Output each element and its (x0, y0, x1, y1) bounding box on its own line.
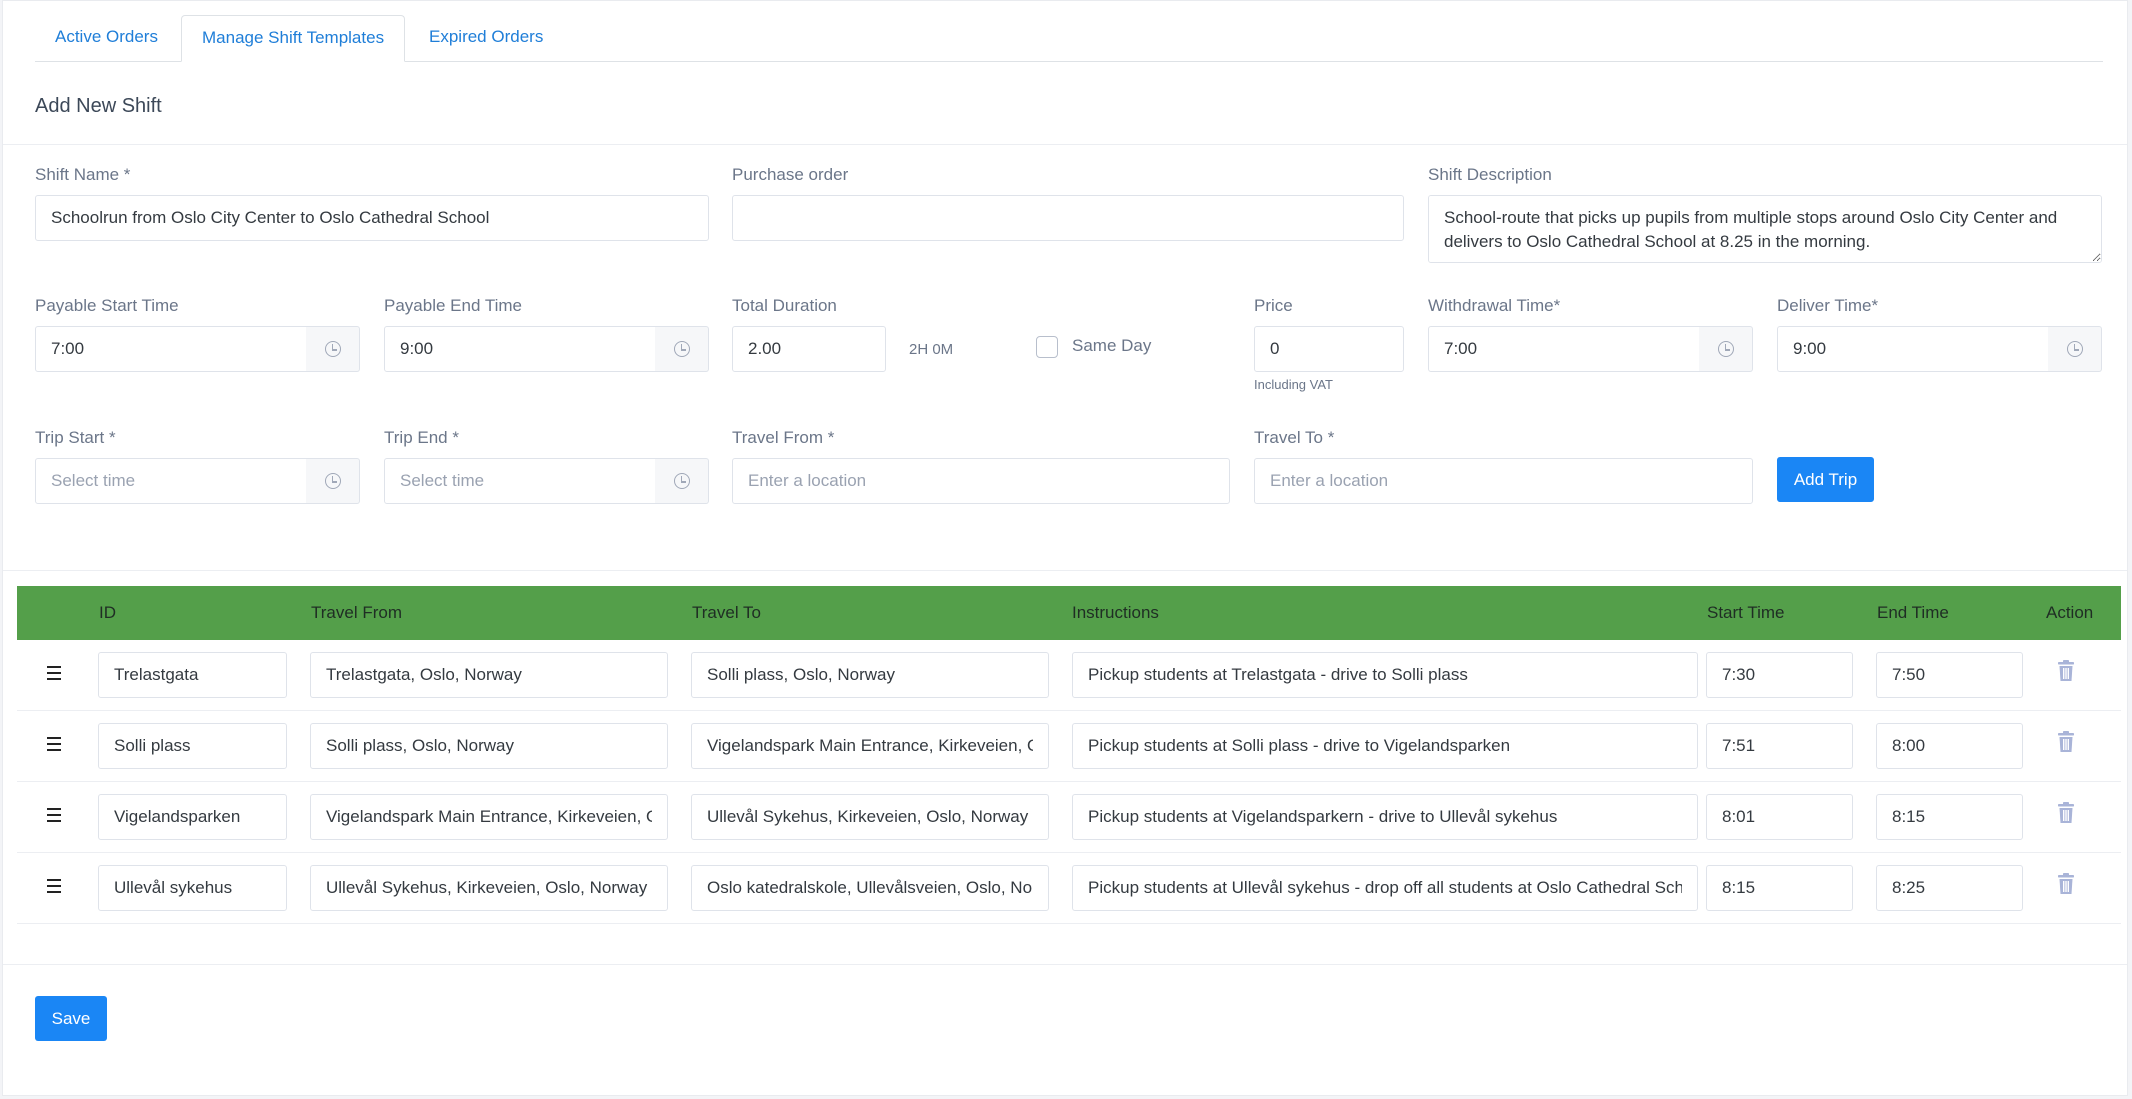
travel-from-input[interactable] (732, 458, 1230, 504)
row-id-input[interactable] (98, 723, 287, 769)
row-instructions-input[interactable] (1072, 794, 1698, 840)
deliver-time-label: Deliver Time* (1777, 296, 1879, 315)
header-divider (3, 144, 2127, 145)
clock-icon (324, 341, 341, 357)
column-header-travel-to: Travel To (692, 603, 761, 622)
save-button[interactable]: Save (35, 996, 107, 1041)
shift-name-label: Shift Name * (35, 165, 131, 184)
travel-to-input[interactable] (1254, 458, 1753, 504)
same-day-checkbox[interactable] (1036, 336, 1058, 358)
travel-from-label: Travel From * (732, 428, 835, 447)
row-travel-to-input[interactable] (691, 794, 1049, 840)
shift-description-label: Shift Description (1428, 165, 1552, 184)
drag-handle-icon[interactable] (47, 808, 61, 822)
row-travel-to-input[interactable] (691, 865, 1049, 911)
table-row (17, 640, 2121, 711)
trip-start-input[interactable] (35, 458, 307, 504)
column-header-travel-from: Travel From (311, 603, 402, 622)
trip-end-clock-button[interactable] (655, 458, 709, 504)
drag-handle-icon[interactable] (47, 879, 61, 893)
table-row (17, 782, 2121, 853)
footer-divider (3, 964, 2127, 965)
purchase-order-input[interactable] (732, 195, 1404, 241)
travel-to-label: Travel To * (1254, 428, 1335, 447)
payable-end-label: Payable End Time (384, 296, 522, 315)
table-row (17, 711, 2121, 782)
shift-name-input[interactable] (35, 195, 709, 241)
withdrawal-time-input[interactable] (1428, 326, 1700, 372)
withdrawal-time-clock-button[interactable] (1699, 326, 1753, 372)
row-instructions-input[interactable] (1072, 865, 1698, 911)
column-header-end-time: End Time (1877, 603, 1949, 622)
clock-icon (673, 341, 690, 357)
shift-template-card: Active Orders Manage Shift Templates Exp… (2, 0, 2128, 1096)
price-vat-note: Including VAT (1254, 377, 1334, 392)
row-start-time-input[interactable] (1706, 652, 1853, 698)
row-travel-from-input[interactable] (310, 794, 668, 840)
trash-icon[interactable] (2057, 660, 2075, 682)
tab-bar: Active Orders Manage Shift Templates Exp… (35, 15, 2103, 62)
row-travel-from-input[interactable] (310, 652, 668, 698)
total-duration-input[interactable] (732, 326, 886, 372)
row-end-time-input[interactable] (1876, 865, 2023, 911)
trip-end-input[interactable] (384, 458, 656, 504)
withdrawal-time-label: Withdrawal Time* (1428, 296, 1561, 315)
shift-description-textarea[interactable]: School-route that picks up pupils from m… (1428, 195, 2102, 263)
row-id-input[interactable] (98, 865, 287, 911)
row-start-time-input[interactable] (1706, 865, 1853, 911)
payable-end-clock-button[interactable] (655, 326, 709, 372)
row-end-time-input[interactable] (1876, 794, 2023, 840)
row-id-input[interactable] (98, 652, 287, 698)
payable-start-clock-button[interactable] (306, 326, 360, 372)
drag-handle-icon[interactable] (47, 666, 61, 680)
column-header-action: Action (2046, 603, 2094, 622)
duration-readout: 2H 0M (909, 341, 954, 358)
tab-manage-shift-templates[interactable]: Manage Shift Templates (181, 15, 406, 62)
section-title: Add New Shift (35, 95, 162, 117)
trash-icon[interactable] (2057, 802, 2075, 824)
row-end-time-input[interactable] (1876, 723, 2023, 769)
column-header-instructions: Instructions (1072, 603, 1159, 622)
tab-expired-orders[interactable]: Expired Orders (409, 15, 563, 61)
payable-start-input[interactable] (35, 326, 307, 372)
row-travel-to-input[interactable] (691, 723, 1049, 769)
table-row (17, 853, 2121, 924)
deliver-time-input[interactable] (1777, 326, 2049, 372)
trip-start-label: Trip Start * (35, 428, 116, 447)
drag-handle-icon[interactable] (47, 737, 61, 751)
row-start-time-input[interactable] (1706, 723, 1853, 769)
row-travel-from-input[interactable] (310, 865, 668, 911)
row-instructions-input[interactable] (1072, 723, 1698, 769)
row-id-input[interactable] (98, 794, 287, 840)
clock-icon (2066, 341, 2083, 357)
same-day-label: Same Day (1072, 336, 1152, 355)
deliver-time-clock-button[interactable] (2048, 326, 2102, 372)
clock-icon (324, 473, 341, 489)
row-travel-from-input[interactable] (310, 723, 668, 769)
trash-icon[interactable] (2057, 731, 2075, 753)
total-duration-label: Total Duration (732, 296, 837, 315)
trips-table-header: ID Travel From Travel To Instructions St… (17, 586, 2121, 640)
row-end-time-input[interactable] (1876, 652, 2023, 698)
price-label: Price (1254, 296, 1293, 315)
row-start-time-input[interactable] (1706, 794, 1853, 840)
column-header-start-time: Start Time (1707, 603, 1785, 622)
payable-start-label: Payable Start Time (35, 296, 179, 315)
add-trip-button[interactable]: Add Trip (1777, 457, 1874, 502)
clock-icon (673, 473, 690, 489)
trash-icon[interactable] (2057, 873, 2075, 895)
row-instructions-input[interactable] (1072, 652, 1698, 698)
purchase-order-label: Purchase order (732, 165, 849, 184)
trip-start-clock-button[interactable] (306, 458, 360, 504)
row-travel-to-input[interactable] (691, 652, 1049, 698)
payable-end-input[interactable] (384, 326, 656, 372)
column-header-id: ID (99, 603, 116, 622)
trip-end-label: Trip End * (384, 428, 459, 447)
price-input[interactable] (1254, 326, 1404, 372)
tab-active-orders[interactable]: Active Orders (35, 15, 178, 61)
table-top-divider (3, 570, 2127, 571)
clock-icon (1717, 341, 1734, 357)
